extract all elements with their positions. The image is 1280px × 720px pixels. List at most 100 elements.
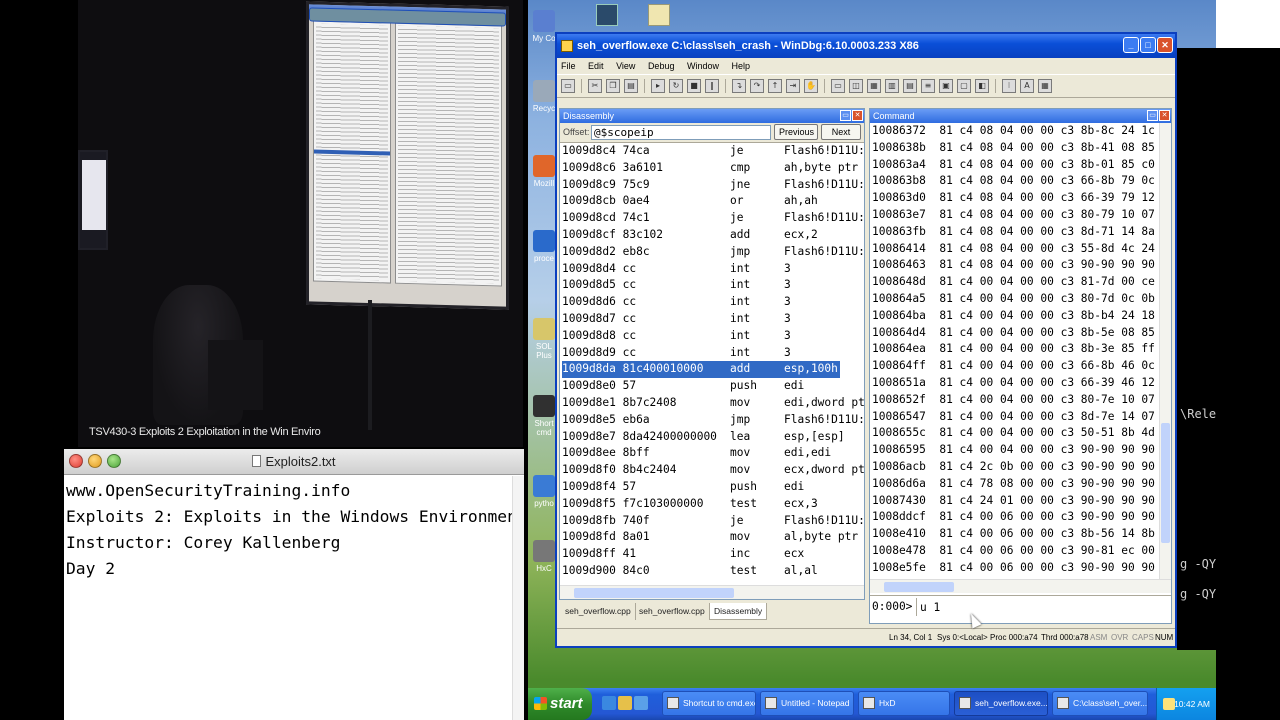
command-hscrollbar[interactable] xyxy=(870,579,1171,593)
call-stack-window-icon[interactable]: ≡ xyxy=(921,79,935,93)
stop-debugging-icon[interactable]: ■ xyxy=(687,79,701,93)
tab-seh-overflow-cpp[interactable]: seh_overflow.cpp xyxy=(561,603,636,620)
tray-icon[interactable] xyxy=(1163,698,1175,710)
menu-window[interactable]: Window xyxy=(687,61,719,71)
close-pane-icon[interactable]: ✕ xyxy=(1159,110,1170,121)
disassembly-row[interactable]: 1009d8d5 cc int 3 xyxy=(560,277,864,294)
memory-window-icon[interactable]: ▤ xyxy=(903,79,917,93)
taskbar-button[interactable]: HxD xyxy=(858,691,950,716)
disassembly-window-icon[interactable]: ▣ xyxy=(939,79,953,93)
menu-view[interactable]: View xyxy=(616,61,635,71)
font-icon[interactable]: A xyxy=(1020,79,1034,93)
disassembly-row[interactable]: 1009d8c4 74ca je Flash6!D11U: xyxy=(560,143,864,160)
previous-button[interactable]: Previous xyxy=(774,124,818,140)
scroll-thumb[interactable] xyxy=(574,588,734,598)
restore-pane-icon[interactable]: ▭ xyxy=(1147,110,1158,121)
source-mode-icon[interactable]: ⁝ xyxy=(1002,79,1016,93)
desktop-shortcut-icon[interactable] xyxy=(648,4,670,26)
command-pane[interactable]: Command ▭ ✕ 10086372 81 c4 08 04 00 00 c… xyxy=(869,108,1172,624)
document-line[interactable]: www.OpenSecurityTraining.info xyxy=(66,478,522,504)
maximize-button[interactable]: □ xyxy=(1140,37,1156,53)
disassembly-row[interactable]: 1009d8e0 57 push edi xyxy=(560,378,864,395)
disassembly-hscrollbar[interactable] xyxy=(560,585,864,599)
disassembly-row[interactable]: 1009d8d9 cc int 3 xyxy=(560,345,864,362)
desktop-icon[interactable]: My Co xyxy=(530,10,558,43)
offset-input[interactable]: @$scopeip xyxy=(591,125,771,140)
menu-debug[interactable]: Debug xyxy=(648,61,675,71)
run-to-cursor-icon[interactable]: ⇥ xyxy=(786,79,800,93)
windbg-titlebar[interactable]: seh_overflow.exe C:\class\seh_crash - Wi… xyxy=(557,34,1175,58)
taskbar-button[interactable]: Shortcut to cmd.exe xyxy=(662,691,756,716)
taskbar-button[interactable]: C:\class\seh_over... xyxy=(1052,691,1148,716)
disassembly-row[interactable]: 1009d8d7 cc int 3 xyxy=(560,311,864,328)
breakpoint-hand-icon[interactable]: ✋ xyxy=(804,79,818,93)
disassembly-row[interactable]: 1009d8e1 8b7c2408 mov edi,dword pt xyxy=(560,395,864,412)
watch-window-icon[interactable]: ◫ xyxy=(849,79,863,93)
desktop-shortcut-icon[interactable] xyxy=(596,4,618,26)
command-input[interactable] xyxy=(916,598,1156,616)
step-out-icon[interactable]: ↑ xyxy=(768,79,782,93)
show-desktop-icon[interactable] xyxy=(634,696,648,710)
desktop-icon[interactable]: Recyc xyxy=(530,80,558,113)
folder-icon[interactable] xyxy=(618,696,632,710)
scratch-pad-icon[interactable]: ▢ xyxy=(957,79,971,93)
command-pane-titlebar[interactable]: Command ▭ ✕ xyxy=(870,109,1171,123)
disassembly-row[interactable]: 1009d8f4 57 push edi xyxy=(560,479,864,496)
desktop-icon[interactable]: proce xyxy=(530,230,558,263)
disassembly-row-selected[interactable]: 1009d8da 81c400010000 add esp,100h xyxy=(560,361,864,379)
restore-pane-icon[interactable]: ▭ xyxy=(840,110,851,121)
disassembly-row[interactable]: 1009d8c9 75c9 jne Flash6!D11U: xyxy=(560,177,864,194)
menu-help[interactable]: Help xyxy=(732,61,751,71)
desktop-icon[interactable]: Mozill xyxy=(530,155,558,188)
break-icon[interactable]: ‖ xyxy=(705,79,719,93)
scroll-thumb[interactable] xyxy=(1161,423,1170,543)
command-window-icon[interactable]: ▭ xyxy=(831,79,845,93)
disassembly-row[interactable]: 1009d8d6 cc int 3 xyxy=(560,294,864,311)
disassembly-pane-titlebar[interactable]: Disassembly ▭ ✕ xyxy=(560,109,864,123)
disassembly-row[interactable]: 1009d900 84c0 test al,al xyxy=(560,563,864,580)
taskbar-button[interactable]: seh_overflow.exe... xyxy=(954,691,1048,716)
locals-window-icon[interactable]: ▦ xyxy=(867,79,881,93)
close-button[interactable]: ✕ xyxy=(1157,37,1173,53)
cut-icon[interactable]: ✂ xyxy=(588,79,602,93)
minimize-button[interactable]: _ xyxy=(1123,37,1139,53)
scroll-thumb[interactable] xyxy=(884,582,954,592)
desktop-icon[interactable]: SOL Plus xyxy=(530,318,558,360)
desktop-icon[interactable]: Short cmd xyxy=(530,395,558,437)
textedit-scrollbar[interactable] xyxy=(512,476,524,720)
disassembly-row[interactable]: 1009d8fd 8a01 mov al,byte ptr xyxy=(560,529,864,546)
lecture-video[interactable]: TSV430-3 Exploits 2 Exploitation in the … xyxy=(78,0,523,447)
menu-edit[interactable]: Edit xyxy=(588,61,604,71)
disassembly-listing[interactable]: 1009d8c4 74ca je Flash6!D11U: 1009d8c6 3a61… xyxy=(560,143,864,580)
processes-threads-icon[interactable]: ◧ xyxy=(975,79,989,93)
disassembly-row[interactable]: 1009d8d8 cc int 3 xyxy=(560,328,864,345)
start-button[interactable]: start xyxy=(528,688,592,720)
menu-file[interactable]: File xyxy=(561,61,576,71)
registers-window-icon[interactable]: ▥ xyxy=(885,79,899,93)
disassembly-row[interactable]: 1009d8ff 41 inc ecx xyxy=(560,546,864,563)
textedit-document[interactable]: www.OpenSecurityTraining.info Exploits 2… xyxy=(64,475,527,585)
disassembly-row[interactable]: 1009d8e5 eb6a jmp Flash6!D11U: xyxy=(560,412,864,429)
windbg-window[interactable]: seh_overflow.exe C:\class\seh_crash - Wi… xyxy=(555,32,1177,648)
disassembly-row[interactable]: 1009d8e7 8da42400000000 lea esp,[esp] xyxy=(560,429,864,446)
go-icon[interactable]: ▸ xyxy=(651,79,665,93)
step-over-icon[interactable]: ↷ xyxy=(750,79,764,93)
tab-seh-overflow-cpp[interactable]: seh_overflow.cpp xyxy=(635,603,710,620)
disassembly-row[interactable]: 1009d8c6 3a6101 cmp ah,byte ptr xyxy=(560,160,864,177)
taskbar-button[interactable]: Untitled - Notepad xyxy=(760,691,854,716)
next-button[interactable]: Next xyxy=(821,124,861,140)
paste-icon[interactable]: ▤ xyxy=(624,79,638,93)
disassembly-row[interactable]: 1009d8cb 0ae4 or ah,ah xyxy=(560,193,864,210)
disassembly-row[interactable]: 1009d8cd 74c1 je Flash6!D11U: xyxy=(560,210,864,227)
textedit-titlebar[interactable]: Exploits2.txt xyxy=(64,449,524,475)
disassembly-row[interactable]: 1009d8cf 83c102 add ecx,2 xyxy=(560,227,864,244)
close-pane-icon[interactable]: ✕ xyxy=(852,110,863,121)
command-output[interactable]: 10086372 81 c4 08 04 00 00 c3 8b-8c 24 1… xyxy=(870,123,1171,577)
tab-disassembly[interactable]: Disassembly xyxy=(709,603,768,620)
document-line[interactable]: Exploits 2: Exploits in the Windows Envi… xyxy=(66,504,527,530)
desktop-icon[interactable]: HxC xyxy=(530,540,558,573)
disassembly-row[interactable]: 1009d8d2 eb8c jmp Flash6!D11U: xyxy=(560,244,864,261)
textedit-window[interactable]: Exploits2.txt www.OpenSecurityTraining.i… xyxy=(64,449,527,720)
step-into-icon[interactable]: ↴ xyxy=(732,79,746,93)
options-icon[interactable]: ▦ xyxy=(1038,79,1052,93)
